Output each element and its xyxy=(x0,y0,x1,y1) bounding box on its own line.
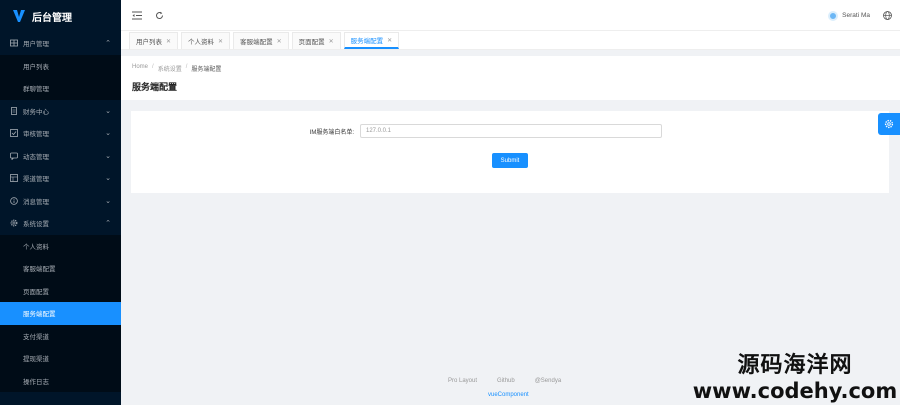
gear-icon xyxy=(10,219,18,227)
sidebar-item-label: 用户列表 xyxy=(23,63,49,71)
tab-label: 用户列表 xyxy=(136,39,162,46)
sidebar: 后台管理 用户管理 ⌃ 用户列表 群聊管理 财务中心 ⌄ 审核管理 ⌄ 动态管理… xyxy=(0,0,121,405)
logo-icon xyxy=(13,10,25,22)
sidebar-item-users[interactable]: 用户管理 ⌃ xyxy=(0,32,121,55)
sidebar-item-label: 支付渠道 xyxy=(23,333,49,341)
tab-page-config[interactable]: 页面配置 ✕ xyxy=(291,32,341,49)
tab-client-config[interactable]: 客服端配置 ✕ xyxy=(233,32,289,49)
sidebar-item-channels[interactable]: 渠道管理 ⌄ xyxy=(0,167,121,190)
tab-user-list[interactable]: 用户列表 ✕ xyxy=(129,32,179,49)
chevron-down-icon: ⌄ xyxy=(105,152,111,160)
header-right: Serati Ma xyxy=(828,0,892,31)
tab-server-config[interactable]: 服务端配置 ✕ xyxy=(343,32,400,49)
submenu-users: 用户列表 群聊管理 xyxy=(0,54,121,100)
breadcrumb: Home / 系统设置 / 服务端配置 xyxy=(132,64,900,73)
sidebar-item-messages[interactable]: 消息管理 ⌄ xyxy=(0,190,121,213)
tab-label: 客服端配置 xyxy=(240,39,273,46)
watermark: 源码海洋网 www.codehy.com xyxy=(690,347,900,403)
chevron-down-icon: ⌄ xyxy=(105,130,111,138)
sidebar-item-withdraw-channels[interactable]: 提现渠道 xyxy=(0,347,121,370)
footer-links: Pro Layout Github @Sendya xyxy=(448,378,581,384)
sidebar-item-label: 服务端配置 xyxy=(23,311,56,319)
sidebar-item-operation-log[interactable]: 操作日志 xyxy=(0,370,121,393)
chevron-down-icon: ⌄ xyxy=(105,197,111,205)
sidebar-item-label: 审核管理 xyxy=(23,131,49,139)
close-icon[interactable]: ✕ xyxy=(277,38,282,45)
sidebar-item-client-config[interactable]: 客服端配置 xyxy=(0,257,121,280)
watermark-line2: www.codehy.com xyxy=(692,379,898,403)
footer-copyright[interactable]: vueComponent xyxy=(488,392,529,398)
sidebar-item-label: 动态管理 xyxy=(23,153,49,161)
chevron-down-icon: ⌄ xyxy=(105,107,111,115)
sidebar-item-label: 客服端配置 xyxy=(23,266,56,274)
sidebar-item-page-config[interactable]: 页面配置 xyxy=(0,280,121,303)
sidebar-item-label: 财务中心 xyxy=(23,108,49,116)
whitelist-input-value: 127.0.0.1 xyxy=(366,128,392,134)
whitelist-row: IM服务端白名单: 127.0.0.1 xyxy=(131,124,889,138)
sidebar-item-label: 操作日志 xyxy=(23,378,49,386)
gear-icon xyxy=(884,119,894,129)
brand[interactable]: 后台管理 xyxy=(0,0,121,32)
username[interactable]: Serati Ma xyxy=(842,12,870,19)
sidebar-item-label: 个人资料 xyxy=(23,243,49,251)
page-tabs: 用户列表 ✕ 个人资料 ✕ 客服端配置 ✕ 页面配置 ✕ 服务端配置 ✕ xyxy=(121,31,900,50)
sidebar-item-payment-channels[interactable]: 支付渠道 xyxy=(0,325,121,348)
footer-link[interactable]: @Sendya xyxy=(535,378,561,384)
sidebar-item-group-chat[interactable]: 群聊管理 xyxy=(0,77,121,100)
grid-icon xyxy=(10,174,18,183)
sidebar-item-label: 系统设置 xyxy=(23,221,49,229)
sidebar-item-review[interactable]: 审核管理 ⌄ xyxy=(0,122,121,145)
chat-icon xyxy=(10,152,18,160)
tab-label: 页面配置 xyxy=(298,39,325,46)
check-icon xyxy=(10,129,18,138)
tab-label: 服务端配置 xyxy=(350,38,384,45)
tab-label: 个人资料 xyxy=(188,39,215,46)
sidebar-item-label: 页面配置 xyxy=(23,288,49,296)
chevron-up-icon: ⌃ xyxy=(105,220,111,228)
top-header: Serati Ma xyxy=(121,0,900,31)
footer-link[interactable]: Pro Layout xyxy=(448,378,477,384)
sidebar-item-server-config[interactable]: 服务端配置 xyxy=(0,302,121,325)
sidebar-item-label: 群聊管理 xyxy=(23,86,49,94)
close-icon[interactable]: ✕ xyxy=(387,37,392,44)
submit-button[interactable]: Submit xyxy=(492,153,528,168)
page-title: 服务端配置 xyxy=(132,82,178,92)
submenu-system-settings: 个人资料 客服端配置 页面配置 服务端配置 支付渠道 提现渠道 操作日志 xyxy=(0,234,121,393)
close-icon[interactable]: ✕ xyxy=(329,38,334,45)
doc-icon xyxy=(10,106,18,115)
reload-icon[interactable] xyxy=(153,9,165,21)
sidebar-item-label: 用户管理 xyxy=(23,41,49,49)
sidebar-item-profile[interactable]: 个人资料 xyxy=(0,235,121,258)
breadcrumb-current: 服务端配置 xyxy=(191,67,222,73)
page-header: Home / 系统设置 / 服务端配置 服务端配置 xyxy=(121,56,900,100)
setting-drawer-button[interactable] xyxy=(878,113,900,135)
sidebar-item-label: 渠道管理 xyxy=(23,176,49,184)
close-icon[interactable]: ✕ xyxy=(166,38,171,45)
sidebar-item-label: 提现渠道 xyxy=(23,356,49,364)
brand-title: 后台管理 xyxy=(32,12,72,24)
whitelist-label: IM服务端白名单: xyxy=(309,129,354,136)
breadcrumb-separator: / xyxy=(152,64,154,70)
table-icon xyxy=(10,39,18,47)
info-icon xyxy=(10,196,18,205)
watermark-line1: 源码海洋网 xyxy=(737,352,853,377)
sidebar-item-system-settings[interactable]: 系统设置 ⌃ xyxy=(0,212,121,235)
menu-fold-icon[interactable] xyxy=(131,9,143,21)
footer-link[interactable]: Github xyxy=(497,378,515,384)
chevron-down-icon: ⌄ xyxy=(105,175,111,183)
whitelist-input[interactable]: 127.0.0.1 xyxy=(360,124,662,138)
sidebar-item-label: 消息管理 xyxy=(23,198,49,206)
breadcrumb-home[interactable]: Home xyxy=(132,64,148,73)
breadcrumb-parent[interactable]: 系统设置 xyxy=(158,64,182,73)
close-icon[interactable]: ✕ xyxy=(218,38,223,45)
sidebar-item-finance[interactable]: 财务中心 ⌄ xyxy=(0,100,121,123)
globe-icon[interactable] xyxy=(882,11,892,21)
sidebar-item-user-list[interactable]: 用户列表 xyxy=(0,55,121,78)
tab-profile[interactable]: 个人资料 ✕ xyxy=(181,32,231,49)
config-form-card: IM服务端白名单: 127.0.0.1 Submit xyxy=(131,111,889,193)
sidebar-item-moments[interactable]: 动态管理 ⌄ xyxy=(0,145,121,168)
chevron-up-icon: ⌃ xyxy=(105,40,111,48)
avatar[interactable] xyxy=(828,10,839,21)
breadcrumb-separator: / xyxy=(185,64,188,70)
